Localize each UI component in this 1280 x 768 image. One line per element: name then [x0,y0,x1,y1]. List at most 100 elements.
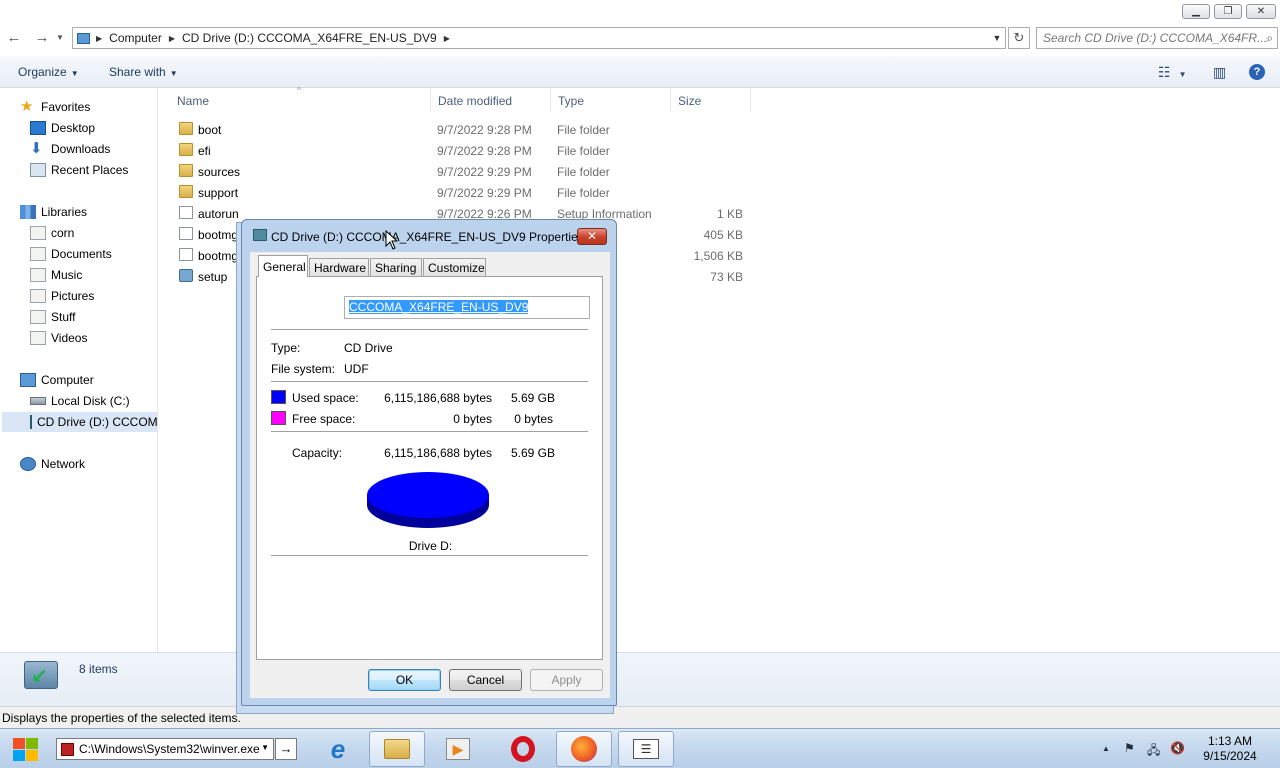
used-space-swatch [271,390,286,404]
column-header-date[interactable]: Date modified [438,94,512,108]
nav-cd-drive[interactable]: CD Drive (D:) CCCOMA_X64FRE_EN-US_DV9 [2,412,157,432]
minimize-button[interactable]: ▁ [1182,4,1210,19]
nav-downloads[interactable]: ⬇ Downloads [30,139,110,159]
ok-button[interactable]: OK [368,669,441,691]
drive-label-input[interactable]: CCCOMA_X64FRE_EN-US_DV9 [344,296,590,319]
column-divider[interactable] [550,88,551,112]
view-options-icon[interactable]: ☷ ▼ [1158,64,1186,81]
nav-label: Network [41,457,86,471]
nav-network[interactable]: Network [20,454,85,474]
used-space-bytes: 6,115,186,688 bytes [384,391,492,405]
back-button[interactable]: ← [5,29,23,47]
cancel-button[interactable]: Cancel [449,669,522,691]
file-icon [179,227,193,240]
address-dropdown[interactable]: ▼ [989,28,1005,48]
nav-library-videos[interactable]: Videos [30,328,87,348]
apply-button[interactable]: Apply [530,669,603,691]
breadcrumb-separator[interactable]: ▶ [96,34,102,43]
cd-drive-icon [30,415,32,429]
taskbar-internet-explorer[interactable]: e [310,731,366,767]
run-address-input[interactable]: C:\Windows\System32\winver.exe ▼ [56,738,274,760]
breadcrumb-separator[interactable]: ▶ [444,34,450,43]
column-divider[interactable] [750,88,751,112]
hard-disk-icon [30,397,46,405]
volume-muted-icon[interactable]: 🔇 [1170,741,1185,755]
nav-library-pictures[interactable]: Pictures [30,286,94,306]
nav-label: Pictures [51,289,95,303]
chevron-down-icon[interactable]: ▼ [261,743,269,752]
file-row[interactable]: efi 9/7/2022 9:28 PM File folder [175,140,755,161]
help-icon[interactable]: ? [1249,64,1265,80]
file-row[interactable]: boot 9/7/2022 9:28 PM File folder [175,119,755,140]
nav-library-corn[interactable]: corn [30,223,74,243]
action-center-flag-icon[interactable]: ⚑ [1124,741,1135,755]
item-count: 8 items [79,662,118,676]
tab-customize[interactable]: Customize [423,258,486,277]
run-go-button[interactable]: → [275,738,297,760]
column-header-type[interactable]: Type [558,94,584,108]
column-header-name[interactable]: Name [177,94,209,108]
column-header-size[interactable]: Size [678,94,701,108]
nav-libraries[interactable]: Libraries [20,202,87,222]
free-space-value: 0 bytes [514,412,553,426]
documents-icon [30,247,46,261]
nav-label: Computer [41,373,94,387]
taskbar-task-list[interactable]: ☰ [618,731,674,767]
dialog-body: General Hardware Sharing Customize CCCOM… [250,252,610,698]
forward-button[interactable]: → [33,29,51,47]
nav-label: Music [51,268,83,282]
refresh-icon: ↻ [1013,30,1025,45]
address-bar[interactable]: ▶ Computer ▶ CD Drive (D:) CCCOMA_X64FRE… [72,27,1006,49]
folder-icon [179,122,193,135]
taskbar-firefox[interactable] [556,731,612,767]
tab-hardware[interactable]: Hardware [309,258,369,277]
nav-label: Downloads [51,142,111,156]
dialog-titlebar[interactable]: CD Drive (D:) CCCOMA_X64FRE_EN-US_DV9 Pr… [242,220,616,252]
taskbar-opera[interactable] [495,731,551,767]
file-date: 9/7/2022 9:28 PM [437,123,532,137]
tab-general[interactable]: General [258,255,308,277]
nav-library-stuff[interactable]: Stuff [30,307,75,327]
nav-label: Local Disk (C:) [51,394,130,408]
file-row[interactable]: support 9/7/2022 9:29 PM File folder [175,182,755,203]
nav-library-documents[interactable]: Documents [30,244,112,264]
breadcrumb-computer[interactable]: Computer [109,31,162,45]
libraries-icon [20,205,36,219]
breadcrumb-separator[interactable]: ▶ [169,34,175,43]
close-button[interactable]: ✕ [1246,4,1276,19]
taskbar-file-explorer[interactable] [369,731,425,767]
used-space-gb: 5.69 GB [510,391,555,405]
nav-local-disk[interactable]: Local Disk (C:) [30,391,130,411]
nav-recent-places[interactable]: Recent Places [30,160,128,180]
nav-label: Videos [51,331,88,345]
column-divider[interactable] [430,88,431,112]
share-with-menu[interactable]: Share with ▼ [109,65,178,79]
search-input[interactable]: Search CD Drive (D:) CCCOMA_X64FR... ⌕ [1036,27,1278,49]
nav-desktop[interactable]: Desktop [30,118,95,138]
capacity-gb: 5.69 GB [510,446,555,460]
disk-usage-pie-chart [367,472,489,528]
preview-pane-icon[interactable]: ▥ [1213,64,1226,81]
show-hidden-icons-button[interactable]: ▲ [1102,744,1110,753]
file-date: 9/7/2022 9:29 PM [437,165,532,179]
breadcrumb-cd-drive[interactable]: CD Drive (D:) CCCOMA_X64FRE_EN-US_DV9 [182,31,437,45]
network-tray-icon[interactable]: 🖧 [1147,741,1160,762]
nav-library-music[interactable]: Music [30,265,82,285]
start-button[interactable] [10,736,40,762]
nav-favorites[interactable]: ★ Favorites [20,97,90,117]
dialog-title: CD Drive (D:) CCCOMA_X64FRE_EN-US_DV9 Pr… [271,230,584,244]
dialog-close-button[interactable]: ✕ [577,228,607,245]
column-divider[interactable] [670,88,671,112]
organize-menu[interactable]: Organize ▼ [18,65,79,79]
maximize-button[interactable]: ❐ [1214,4,1242,19]
taskbar-media-player[interactable]: ▶ [430,731,486,767]
recent-pages-dropdown[interactable]: ▼ [55,29,65,47]
file-row[interactable]: sources 9/7/2022 9:29 PM File folder [175,161,755,182]
tab-sharing[interactable]: Sharing [370,258,422,277]
windows-logo-icon [26,738,38,749]
file-type: File folder [557,144,610,158]
nav-computer[interactable]: Computer [20,370,94,390]
system-clock[interactable]: 1:13 AM 9/15/2024 [1192,734,1268,764]
file-name: efi [198,144,211,158]
refresh-button[interactable]: ↻ [1008,27,1030,49]
